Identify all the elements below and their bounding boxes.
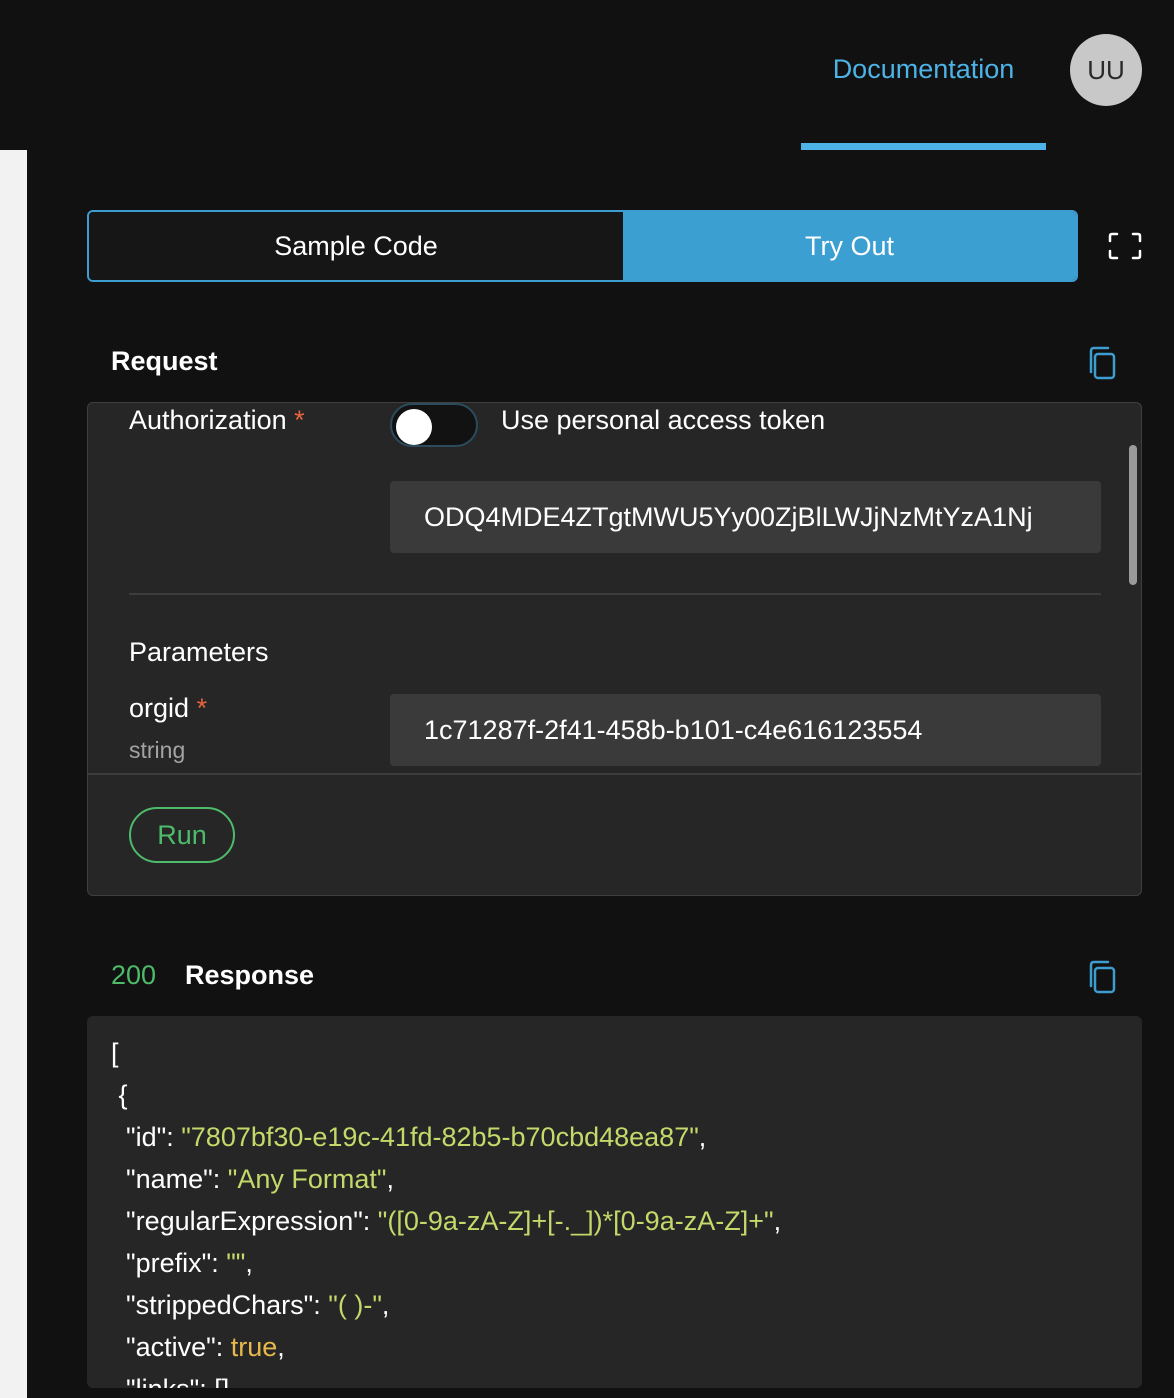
- code-text: "strippedChars":: [126, 1290, 329, 1320]
- tab-documentation-label: Documentation: [832, 54, 1015, 84]
- divider: [88, 773, 1141, 775]
- code-line: [: [111, 1032, 781, 1074]
- code-string: "Any Format": [227, 1164, 387, 1194]
- code-line: "prefix": "",: [111, 1242, 781, 1284]
- copy-icon[interactable]: [1088, 346, 1118, 382]
- code-line: "id": "7807bf30-e19c-41fd-82b5-b70cbd48e…: [111, 1116, 781, 1158]
- code-text: "links": []: [126, 1374, 229, 1388]
- code-text: ,: [773, 1206, 782, 1236]
- code-line: "active": true,: [111, 1326, 781, 1368]
- param-name: orgid *: [129, 693, 207, 724]
- top-bar: Documentation UU: [0, 0, 1174, 150]
- toggle-label: Use personal access token: [501, 405, 826, 435]
- parameters-title: Parameters: [129, 637, 269, 667]
- token-field[interactable]: ODQ4MDE4ZTgtMWU5Yy00ZjBlLWJjNzMtYzA1Nj: [390, 481, 1101, 553]
- code-text: "active":: [126, 1332, 231, 1362]
- copy-icon[interactable]: [1088, 960, 1118, 996]
- try-out-button[interactable]: Try Out: [623, 212, 1076, 280]
- code-text: ,: [277, 1332, 285, 1362]
- code-text: "prefix":: [126, 1248, 227, 1278]
- response-body: [ { "id": "7807bf30-e19c-41fd-82b5-b70cb…: [111, 1032, 781, 1388]
- code-boolean: true: [230, 1332, 278, 1362]
- code-text: "id":: [126, 1122, 182, 1152]
- mode-switch: Sample Code Try Out: [87, 210, 1078, 282]
- code-text: ,: [698, 1122, 707, 1152]
- param-name-text: orgid: [129, 693, 190, 723]
- code-text: "regularExpression":: [126, 1206, 378, 1236]
- authorization-label: Authorization *: [129, 405, 305, 436]
- param-type: string: [129, 737, 186, 763]
- response-panel: [ { "id": "7807bf30-e19c-41fd-82b5-b70cb…: [87, 1016, 1142, 1388]
- toggle-knob: [396, 409, 432, 445]
- code-text: {: [118, 1080, 128, 1110]
- code-text: ,: [245, 1248, 253, 1278]
- response-title: Response: [185, 960, 315, 990]
- code-text: "name":: [126, 1164, 228, 1194]
- code-string: "": [226, 1248, 246, 1278]
- request-panel: Authorization * Use personal access toke…: [87, 402, 1142, 896]
- active-tab-indicator: [801, 143, 1046, 150]
- code-string: "( )-": [328, 1290, 382, 1320]
- code-line: "name": "Any Format",: [111, 1158, 781, 1200]
- code-line: "regularExpression": "([0-9a-zA-Z]+[-._]…: [111, 1200, 781, 1242]
- code-text: [: [111, 1038, 119, 1068]
- expand-icon[interactable]: [1108, 232, 1142, 260]
- scrollbar[interactable]: [1129, 445, 1137, 585]
- tab-documentation[interactable]: Documentation: [801, 50, 1046, 150]
- code-text: ,: [381, 1290, 390, 1320]
- required-marker: *: [196, 693, 208, 723]
- required-marker: *: [294, 405, 305, 435]
- code-line: "links": []: [111, 1368, 781, 1388]
- code-line: "strippedChars": "( )-",: [111, 1284, 781, 1326]
- left-panel-edge: [0, 150, 27, 1398]
- status-code: 200: [111, 960, 157, 990]
- divider: [129, 593, 1101, 595]
- sample-code-button[interactable]: Sample Code: [89, 212, 623, 280]
- authorization-label-text: Authorization: [129, 405, 287, 435]
- code-string: "7807bf30-e19c-41fd-82b5-b70cbd48ea87": [181, 1122, 699, 1152]
- code-line: {: [111, 1074, 781, 1116]
- code-string: "([0-9a-zA-Z]+[-._])*[0-9a-zA-Z]+": [377, 1206, 774, 1236]
- code-text: ,: [386, 1164, 394, 1194]
- personal-token-toggle[interactable]: [390, 403, 478, 447]
- run-button[interactable]: Run: [129, 807, 235, 863]
- avatar[interactable]: UU: [1070, 34, 1142, 106]
- request-title: Request: [111, 346, 218, 376]
- orgid-field[interactable]: 1c71287f-2f41-458b-b101-c4e616123554: [390, 694, 1101, 766]
